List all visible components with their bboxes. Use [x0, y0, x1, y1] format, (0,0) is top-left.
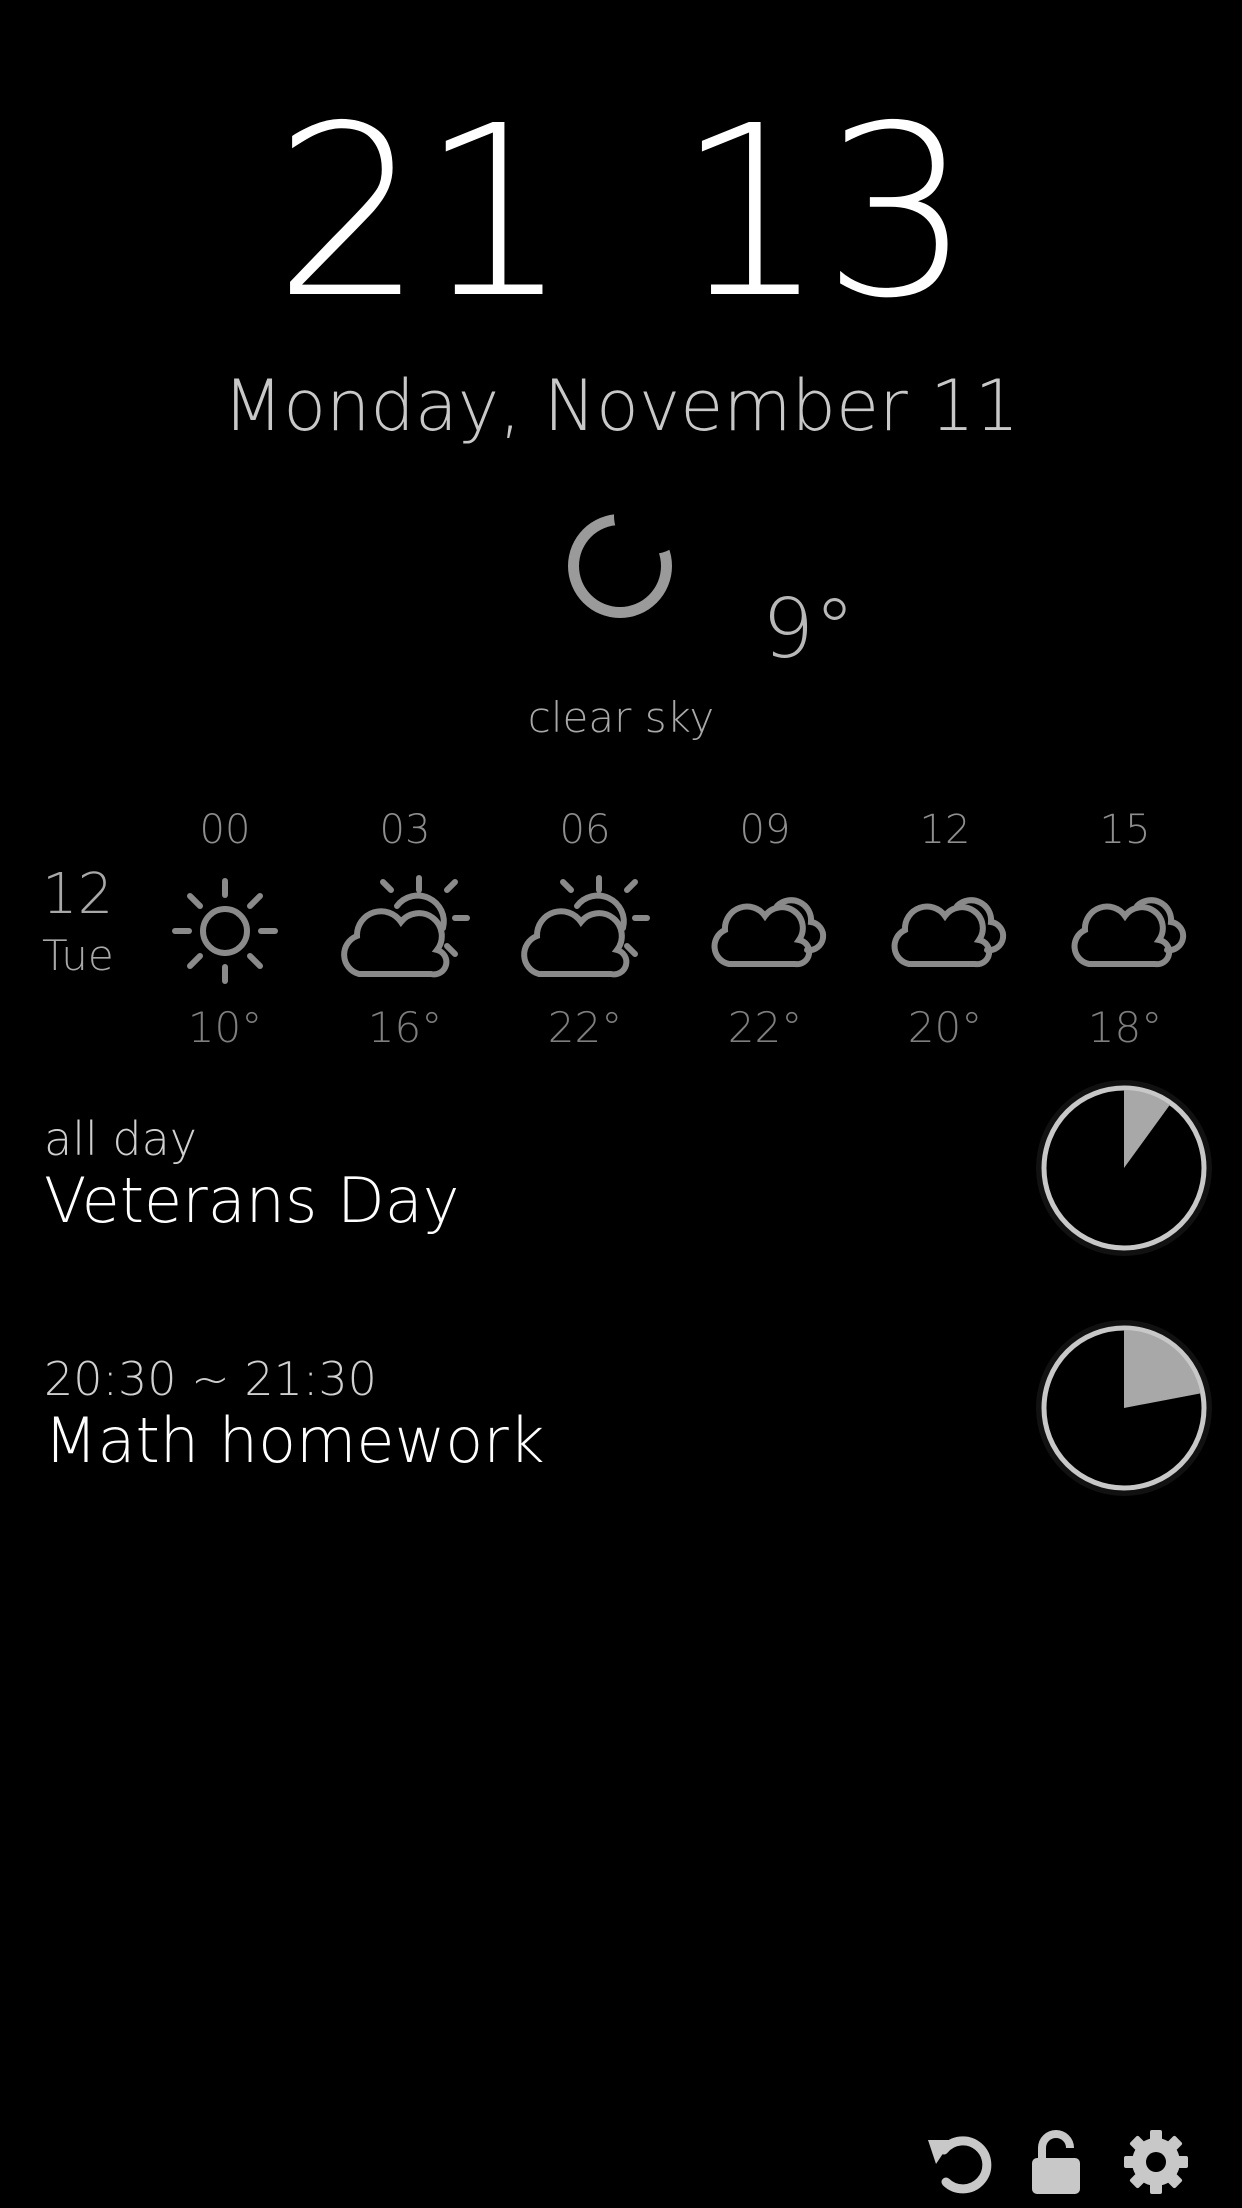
current-date: Monday, November 11	[222, 365, 1020, 447]
forecast-day-name: Tue	[42, 931, 114, 980]
partly-cloudy-icon	[335, 870, 475, 992]
forecast-slot: 15 18°	[1055, 800, 1195, 1058]
refresh-icon	[928, 2136, 992, 2194]
clock-hour: 21	[273, 75, 570, 350]
forecast-temperature: 18°	[1087, 1003, 1163, 1052]
forecast-slot: 00 10°	[155, 800, 295, 1058]
forecast-slot: 06 22°	[515, 800, 655, 1058]
current-condition: clear sky	[527, 693, 715, 742]
forecast-hour: 03	[379, 807, 431, 853]
event-progress-pie	[1034, 1318, 1214, 1498]
event-title: Math homework	[44, 1404, 545, 1477]
forecast-slot: 12 20°	[875, 800, 1015, 1058]
partly-cloudy-icon	[515, 870, 655, 992]
forecast-day-number: 12	[42, 862, 114, 927]
cloud-icon	[695, 870, 835, 992]
settings-button[interactable]	[1120, 2126, 1192, 2198]
clock-minute: 13	[676, 75, 972, 350]
current-temperature: 9°	[762, 582, 856, 677]
lock-button[interactable]	[1020, 2126, 1092, 2198]
cloud-icon	[1055, 870, 1195, 992]
forecast-hour: 09	[739, 807, 791, 853]
event-time: 20:30 ~ 21:30	[44, 1352, 377, 1406]
forecast-temperature: 22°	[727, 1003, 803, 1052]
lock-icon	[1032, 2130, 1080, 2194]
gear-icon	[1124, 2130, 1188, 2194]
event-progress-pie	[1034, 1078, 1214, 1258]
forecast-slot: 09 22°	[695, 800, 835, 1058]
forecast-temperature: 16°	[367, 1003, 443, 1052]
forecast-slot: 03 16°	[335, 800, 475, 1058]
forecast-hour: 12	[919, 807, 971, 853]
event-time: all day	[44, 1112, 197, 1166]
forecast-hour: 06	[559, 807, 611, 853]
forecast-temperature: 22°	[547, 1003, 623, 1052]
cloud-icon	[875, 870, 1015, 992]
event-item[interactable]: 20:30 ~ 21:30 Math homework	[44, 1352, 545, 1476]
forecast-hour: 15	[1099, 807, 1151, 853]
clock: 21 13	[0, 95, 1242, 331]
event-title: Veterans Day	[44, 1164, 460, 1237]
refresh-button[interactable]	[922, 2126, 994, 2198]
forecast-temperature: 20°	[907, 1003, 983, 1052]
event-item[interactable]: all day Veterans Day	[44, 1112, 459, 1236]
forecast-temperature: 10°	[187, 1003, 263, 1052]
moon-icon	[556, 500, 686, 630]
sun-icon	[155, 870, 295, 992]
forecast-hour: 00	[199, 807, 251, 853]
